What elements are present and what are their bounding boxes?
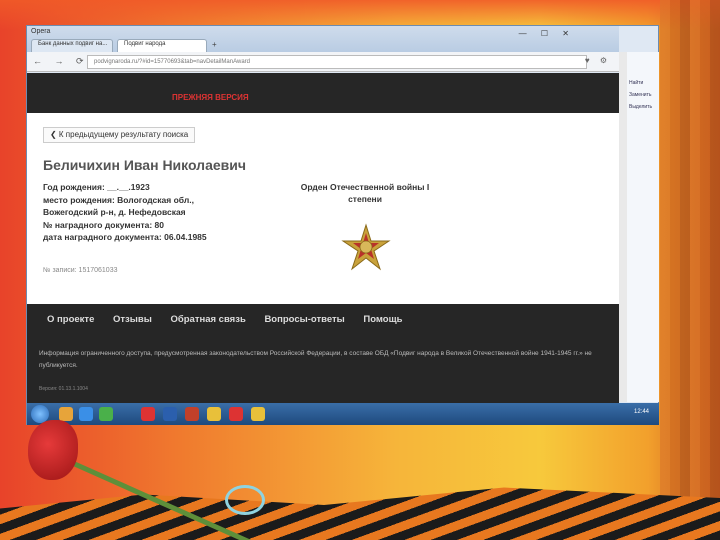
- browser-window: Opera Банк данных подвиг на... Подвиг на…: [26, 25, 659, 425]
- record-number: № записи: 1517061033: [43, 267, 118, 274]
- footer-link-about[interactable]: О проекте: [47, 314, 94, 325]
- birth-place-2: Вожегодский р-н, д. Нефедовская: [43, 207, 186, 217]
- address-bar[interactable]: podvignaroda.ru/?#id=15770693&tab=navDet…: [87, 55, 587, 69]
- ribbon-bow: [225, 485, 265, 515]
- award-title-line-1: Орден Отечественной войны I: [300, 182, 430, 192]
- person-name: Беличихин Иван Николаевич: [43, 157, 246, 173]
- explorer-icon[interactable]: [59, 407, 73, 421]
- person-card: ❮ К предыдущему результату поиска Беличи…: [31, 117, 601, 302]
- footer-link-feedback[interactable]: Обратная связь: [170, 314, 245, 325]
- editor-side-panel: Найти Заменить Выделить: [627, 52, 659, 402]
- footer-nav: О проекте Отзывы Обратная связь Вопросы-…: [47, 314, 418, 325]
- paint-icon[interactable]: [251, 407, 265, 421]
- opera-icon[interactable]: [141, 407, 155, 421]
- award-doc-date: дата наградного документа: 06.04.1985: [43, 232, 207, 242]
- site-footer: О проекте Отзывы Обратная связь Вопросы-…: [27, 304, 619, 403]
- ie-icon[interactable]: [79, 407, 93, 421]
- slide-background-stripes: [660, 0, 720, 540]
- tab-podvig-naroda[interactable]: Подвиг народа: [117, 39, 207, 52]
- powerpoint-icon[interactable]: [185, 407, 199, 421]
- carnation-flower: [28, 420, 78, 480]
- media-icon[interactable]: [99, 407, 113, 421]
- windows-taskbar: 12:44: [27, 403, 659, 425]
- folder-icon[interactable]: [207, 407, 221, 421]
- navigation-bar: ← → ⟳ ⌂ podvignaroda.ru/?#id=15770693&ta…: [27, 52, 619, 72]
- taskbar-clock[interactable]: 12:44: [634, 409, 649, 415]
- select-button[interactable]: Выделить: [629, 104, 652, 110]
- birth-place: место рождения: Вологодская обл.,: [43, 194, 194, 205]
- page-scrollbar[interactable]: [619, 52, 627, 402]
- award-title: Орден Отечественной войны I степени: [295, 181, 435, 205]
- find-button[interactable]: Найти: [629, 80, 643, 86]
- old-version-link[interactable]: ПРЕЖНЯЯ ВЕРСИЯ: [172, 93, 249, 102]
- browser-menu-button[interactable]: Opera: [31, 28, 50, 35]
- footer-link-reviews[interactable]: Отзывы: [113, 314, 152, 325]
- site-header: ПРЕЖНЯЯ ВЕРСИЯ: [27, 73, 619, 113]
- order-patriotic-war-icon[interactable]: [341, 223, 391, 273]
- replace-button[interactable]: Заменить: [629, 92, 651, 98]
- footer-version: Версия: 01.13.1.1004: [39, 386, 88, 392]
- window-controls[interactable]: — ☐ ✕: [519, 29, 575, 38]
- back-to-results-button[interactable]: ❮ К предыдущему результату поиска: [43, 127, 196, 143]
- word-icon[interactable]: [163, 407, 177, 421]
- address-bar-icons[interactable]: ♥ ⚙: [585, 56, 611, 65]
- tab-bank-dannyh[interactable]: Банк данных подвиг на...: [31, 39, 113, 52]
- person-details: Год рождения: __.__.1923 место рождения:…: [43, 181, 207, 244]
- web-page: ПРЕЖНЯЯ ВЕРСИЯ ❮ К предыдущему результат…: [27, 73, 619, 403]
- birth-year: Год рождения: __.__.1923: [43, 182, 150, 192]
- award-doc-number: № наградного документа: 80: [43, 219, 165, 230]
- opera-icon-2[interactable]: [229, 407, 243, 421]
- footer-link-faq[interactable]: Вопросы-ответы: [264, 314, 344, 325]
- footer-link-help[interactable]: Помощь: [363, 314, 402, 325]
- footer-disclaimer: Информация ограниченного доступа, предус…: [39, 350, 592, 369]
- award-title-line-2: степени: [348, 194, 382, 204]
- new-tab-button[interactable]: +: [212, 40, 217, 49]
- tab-bar: Opera Банк данных подвиг на... Подвиг на…: [27, 26, 619, 52]
